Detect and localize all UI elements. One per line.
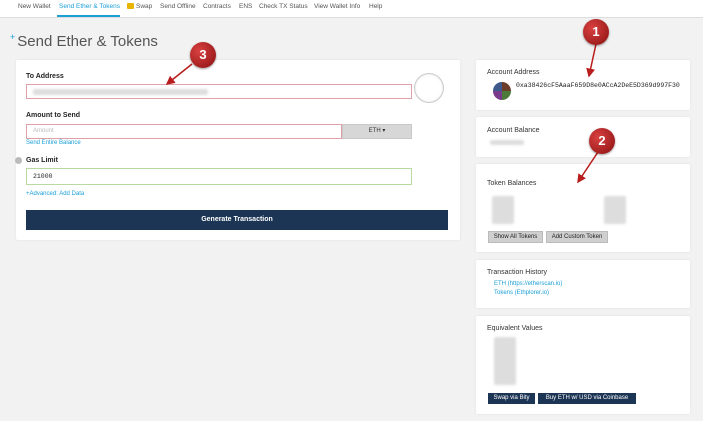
annotation-marker-1: 1 bbox=[583, 19, 609, 45]
annotation-marker-3: 3 bbox=[190, 42, 216, 68]
arrow-1 bbox=[586, 43, 597, 78]
arrow-3 bbox=[165, 63, 193, 85]
annotation-arrows bbox=[165, 43, 599, 184]
annotation-marker-2: 2 bbox=[589, 128, 615, 154]
arrow-2 bbox=[577, 151, 599, 184]
